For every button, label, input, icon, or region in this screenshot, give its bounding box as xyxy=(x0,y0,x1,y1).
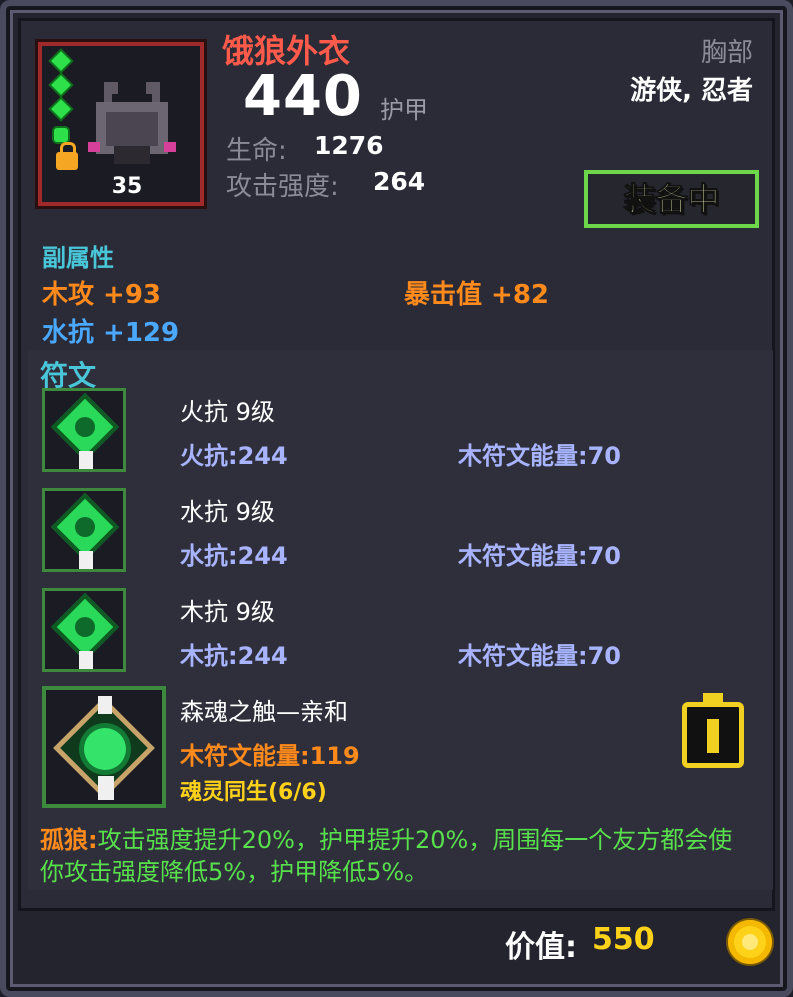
rune-title: 火抗 9级 xyxy=(180,398,275,426)
set-rune-title: 森魂之触—亲和 xyxy=(180,698,348,726)
set-description-prefix: 孤狼: xyxy=(40,826,98,854)
equipped-button[interactable]: 装备中 xyxy=(584,170,759,228)
quality-gem-icon xyxy=(51,99,71,119)
quality-gem-icon xyxy=(51,51,71,71)
equipment-slot: 胸部 xyxy=(700,38,753,68)
lock-toggle-button[interactable] xyxy=(682,693,744,768)
price-value: 550 xyxy=(592,922,655,957)
price-label: 价值: xyxy=(505,930,577,965)
class-restriction: 游侠, 忍者 xyxy=(630,76,753,106)
fire-rune-icon[interactable] xyxy=(42,388,126,472)
set-description-text: 攻击强度提升20%，护甲提升20%，周围每一个友方都会使你攻击强度降低5%，护甲… xyxy=(40,826,733,886)
stat-value-attack: 264 xyxy=(373,167,426,196)
lock-icon xyxy=(56,142,78,170)
rune-stat: 木抗:244 xyxy=(180,642,288,670)
rune-energy: 木符文能量:70 xyxy=(458,442,621,470)
quality-gem-icon xyxy=(51,75,71,95)
gold-coin-icon xyxy=(728,920,772,964)
rune-title: 水抗 9级 xyxy=(180,498,275,526)
lock-icon xyxy=(703,693,723,707)
rune-title: 木抗 9级 xyxy=(180,598,275,626)
sub-attribute: 木攻 +93 xyxy=(42,280,162,310)
item-level: 35 xyxy=(111,174,143,199)
armor-label: 护甲 xyxy=(380,96,428,124)
water-rune-icon[interactable] xyxy=(42,488,126,572)
set-description: 孤狼:攻击强度提升20%，护甲提升20%，周围每一个友方都会使你攻击强度降低5%… xyxy=(40,824,755,888)
item-icon-slot: 35 xyxy=(38,42,204,206)
quality-gem-icon xyxy=(54,128,68,142)
sub-attribute: 水抗 +129 xyxy=(42,318,180,348)
rune-panel xyxy=(28,350,773,890)
equipped-label: 装备中 xyxy=(623,180,720,219)
wood-rune-icon[interactable] xyxy=(42,588,126,672)
sub-attribute: 暴击值 +82 xyxy=(404,280,550,310)
sub-attributes-title: 副属性 xyxy=(42,244,114,272)
armor-chest-icon xyxy=(88,82,176,164)
armor-value: 440 xyxy=(243,64,363,129)
stat-value-hp: 1276 xyxy=(314,131,384,160)
rune-stat: 火抗:244 xyxy=(180,442,288,470)
set-rune-icon[interactable] xyxy=(42,686,166,808)
rune-energy: 木符文能量:70 xyxy=(458,542,621,570)
stat-label-attack: 攻击强度: xyxy=(226,172,339,202)
rune-energy: 木符文能量:70 xyxy=(458,642,621,670)
set-rune-bonus: 魂灵同生(6/6) xyxy=(180,780,327,805)
set-rune-energy: 木符文能量:119 xyxy=(180,742,360,770)
stat-label-hp: 生命: xyxy=(226,136,287,166)
rune-stat: 水抗:244 xyxy=(180,542,288,570)
